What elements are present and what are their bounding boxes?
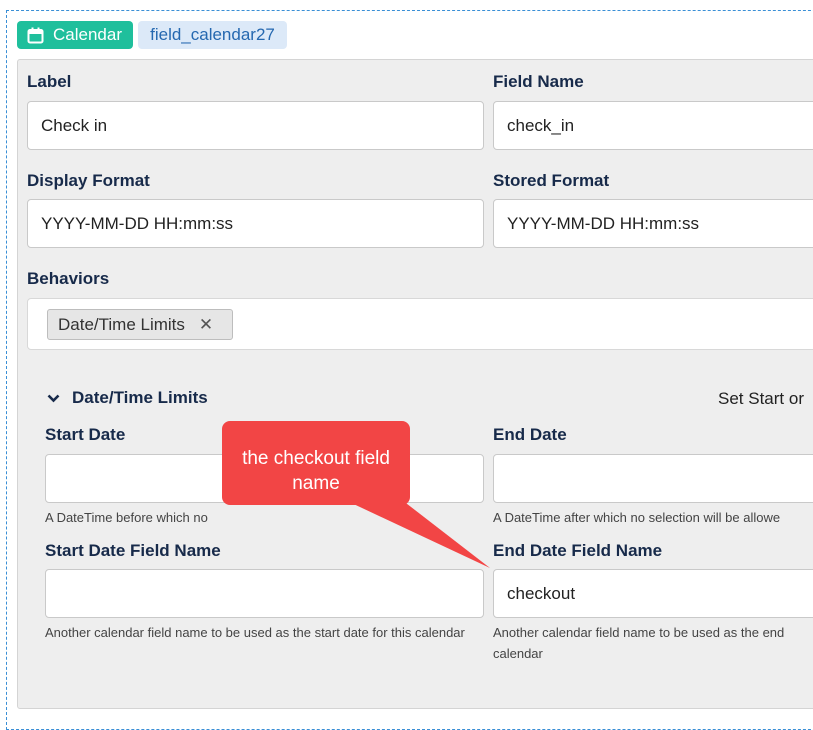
calendar-type-badge: Calendar: [17, 21, 133, 49]
display-format-input[interactable]: YYYY-MM-DD HH:mm:ss: [27, 199, 484, 248]
behaviors-title: Behaviors: [27, 269, 110, 288]
end-date-input[interactable]: [493, 454, 813, 503]
behaviors-select[interactable]: Date/Time Limits ✕: [27, 298, 813, 350]
start-date-title: Start Date: [45, 425, 126, 444]
end-date-title: End Date: [493, 425, 567, 444]
start-date-field-input[interactable]: [45, 569, 484, 618]
remove-chip-icon[interactable]: ✕: [199, 315, 213, 335]
start-date-field-help: Another calendar field name to be used a…: [45, 625, 465, 640]
start-date-field-title: Start Date Field Name: [45, 541, 221, 560]
calendar-icon: [27, 27, 44, 43]
limits-section-title: Date/Time Limits: [72, 388, 208, 407]
limits-section-toggle[interactable]: Date/Time Limits: [47, 388, 208, 408]
start-date-help: A DateTime before which no: [45, 510, 208, 525]
annotation-callout: the checkout field name: [222, 421, 410, 505]
calendar-type-label: Calendar: [53, 25, 122, 44]
stored-format-title: Stored Format: [493, 171, 610, 190]
field-name-title: Field Name: [493, 72, 584, 91]
limits-description: Set Start or: [718, 389, 804, 408]
behavior-chip-label: Date/Time Limits: [58, 314, 185, 334]
display-format-title: Display Format: [27, 171, 150, 190]
label-input[interactable]: Check in: [27, 101, 484, 150]
end-date-field-title: End Date Field Name: [493, 541, 663, 560]
end-date-field-help: Another calendar field name to be used a…: [493, 625, 785, 661]
end-date-field-input[interactable]: checkout: [493, 569, 813, 618]
stored-format-input[interactable]: YYYY-MM-DD HH:mm:ss: [493, 199, 813, 248]
field-name-input[interactable]: check_in: [493, 101, 813, 150]
chevron-down-icon: [47, 394, 60, 402]
behavior-chip: Date/Time Limits ✕: [47, 309, 233, 340]
field-id-badge: field_calendar27: [138, 21, 287, 49]
label-field-title: Label: [27, 72, 72, 91]
end-date-help: A DateTime after which no selection will…: [493, 510, 781, 525]
